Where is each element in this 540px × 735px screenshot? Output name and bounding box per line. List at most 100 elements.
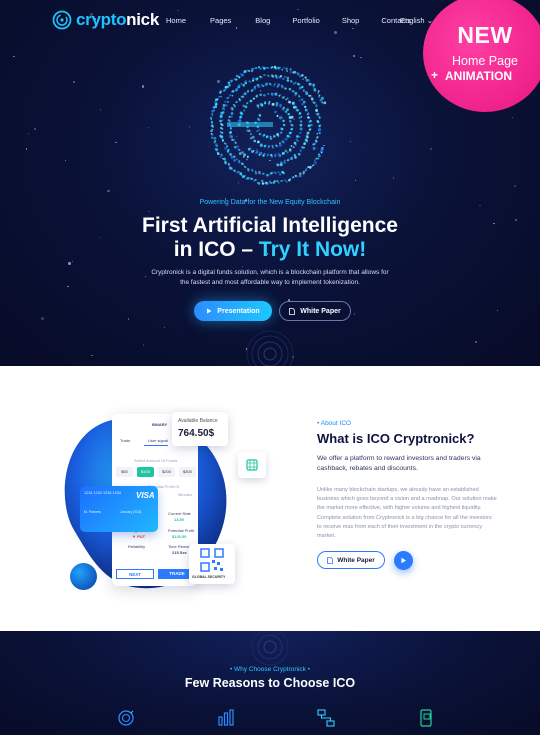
orb-dot — [231, 94, 234, 97]
star — [349, 140, 352, 143]
video-play-button[interactable] — [394, 551, 413, 570]
badge-home-page: Home Page — [451, 54, 518, 68]
orb-dot — [237, 148, 241, 152]
orb-dot — [255, 66, 258, 70]
about-white-paper-button[interactable]: White Paper — [317, 551, 385, 569]
orb-dot — [294, 91, 298, 95]
orb-dot — [302, 100, 306, 104]
orb-dot — [268, 75, 270, 78]
orb-dot — [233, 103, 235, 106]
orb-dot — [286, 76, 290, 80]
orb-dot — [314, 161, 317, 165]
orb-dot — [221, 138, 224, 141]
orb-dot — [317, 121, 320, 124]
card-number: 1234 1234 1234 1234 — [84, 491, 121, 495]
orb-dot — [313, 89, 317, 92]
white-paper-button[interactable]: White Paper — [279, 301, 351, 321]
orb-dot — [281, 127, 284, 131]
nav-item-pages[interactable]: Pages — [210, 16, 231, 25]
orb-dot — [258, 153, 261, 156]
orb-dot — [281, 68, 284, 71]
orb-dot — [221, 119, 224, 122]
hero-title: First Artificial Intelligence in ICO – T… — [0, 214, 540, 262]
orb-dot — [300, 120, 303, 123]
mockup-type-value: ▼ PUT — [132, 534, 146, 539]
orb-dot — [268, 100, 271, 103]
orb-dot — [298, 132, 301, 135]
orb-dot — [247, 89, 249, 92]
orb-dot — [315, 140, 318, 143]
orb-dot — [267, 92, 270, 95]
orb-dot — [226, 145, 229, 148]
orb-dot — [275, 144, 278, 147]
orb-dot — [264, 94, 266, 97]
orb-dot — [268, 180, 271, 183]
orb-dot — [299, 99, 301, 102]
nav-item-blog[interactable]: Blog — [255, 16, 270, 25]
orb-dot — [272, 181, 275, 184]
orb-dot — [213, 109, 216, 112]
nav-item-shop[interactable]: Shop — [342, 16, 360, 25]
logo[interactable]: cryptonick — [52, 10, 159, 30]
orb-dot — [211, 112, 214, 115]
orb-dot — [270, 153, 273, 157]
orb-dot — [214, 147, 218, 151]
orb-dot — [287, 179, 291, 182]
orb-dot — [219, 155, 222, 158]
global-security-label: GLOBAL SECURITY — [192, 575, 226, 579]
orb-dot — [311, 164, 314, 167]
presentation-button[interactable]: Presentation — [194, 301, 272, 321]
orb-dot — [231, 138, 234, 141]
orb-dot — [273, 171, 276, 174]
orb-dot — [229, 127, 232, 130]
orb-dot — [246, 155, 249, 158]
orb-dot — [298, 83, 301, 86]
orb-dot — [264, 74, 266, 76]
orb-dot — [315, 157, 318, 160]
orb-dot — [262, 135, 265, 137]
orb-dot — [235, 100, 238, 103]
orb-dot — [246, 158, 248, 161]
star — [64, 159, 67, 162]
orb-dot — [261, 182, 265, 185]
orb-dot — [306, 135, 309, 139]
orb-dot — [214, 139, 217, 143]
star — [496, 309, 499, 312]
mobile-wallet-icon — [420, 709, 432, 727]
orb-dot — [276, 163, 278, 166]
orb-dot — [213, 136, 217, 140]
coin-cycle-icon — [118, 710, 134, 726]
orb-dot — [269, 172, 273, 175]
bar-chart-icon — [218, 709, 234, 726]
orb-dot — [305, 109, 308, 112]
star — [72, 80, 76, 84]
orb-dot — [312, 143, 315, 146]
orb-dot — [222, 157, 224, 160]
orb-dot — [273, 83, 276, 86]
orb-dot — [284, 137, 287, 140]
orb-dot — [263, 67, 266, 70]
orb-dot — [271, 144, 274, 147]
orb-dot — [286, 97, 289, 100]
orb-dot — [231, 79, 233, 82]
orb-dot — [238, 152, 242, 156]
menu: Home Pages Blog Portfolio Shop Contacts — [166, 16, 411, 25]
orb-dot — [265, 82, 269, 86]
star — [475, 341, 477, 343]
orb-dot — [278, 143, 282, 147]
mockup-reliability-label: Reliability — [128, 544, 146, 549]
about-kicker-text: About ICO — [320, 420, 352, 427]
orb-dot — [233, 159, 236, 162]
orb-dot — [298, 95, 301, 98]
orb-dot — [229, 152, 231, 155]
orb-dot — [282, 124, 285, 127]
new-animation-badge: NEW Home Page + ANIMATION — [423, 0, 540, 112]
star — [353, 313, 356, 315]
nav-item-home[interactable]: Home — [166, 16, 186, 25]
orb-dot — [219, 119, 222, 123]
mockup-next-button: NEXT — [116, 569, 154, 579]
orb-dot — [230, 155, 234, 159]
orb-dot — [259, 67, 262, 70]
nav-item-portfolio[interactable]: Portfolio — [292, 16, 320, 25]
orb-dot — [260, 103, 264, 107]
